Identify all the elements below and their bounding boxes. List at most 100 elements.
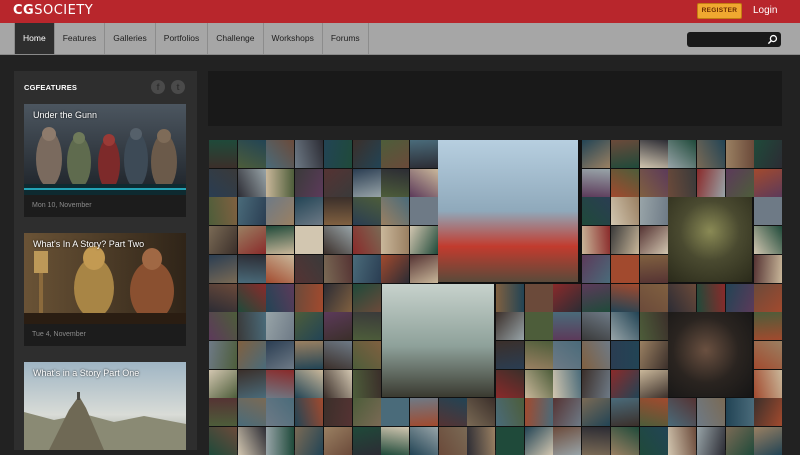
nav-item-workshops[interactable]: Workshops xyxy=(264,23,323,54)
gallery-thumbnail[interactable] xyxy=(266,398,294,426)
gallery-thumbnail[interactable] xyxy=(726,140,754,168)
gallery-thumbnail[interactable] xyxy=(266,284,294,312)
gallery-thumbnail[interactable] xyxy=(640,341,668,369)
gallery-feature-thumbnail[interactable] xyxy=(668,312,752,397)
nav-item-galleries[interactable]: Galleries xyxy=(105,23,156,54)
gallery-thumbnail[interactable] xyxy=(238,312,266,340)
gallery-feature-thumbnail[interactable] xyxy=(382,284,494,397)
gallery-thumbnail[interactable] xyxy=(266,341,294,369)
gallery-thumbnail[interactable] xyxy=(353,427,381,455)
gallery-thumbnail[interactable] xyxy=(553,284,581,312)
gallery-thumbnail[interactable] xyxy=(611,169,639,197)
gallery-thumbnail[interactable] xyxy=(582,398,610,426)
gallery-thumbnail[interactable] xyxy=(324,255,352,283)
gallery-feature-thumbnail[interactable] xyxy=(668,197,752,282)
feature-card-title[interactable]: What's in a Story Part One xyxy=(33,368,139,378)
gallery-thumbnail[interactable] xyxy=(209,312,237,340)
gallery-thumbnail[interactable] xyxy=(324,169,352,197)
gallery-thumbnail[interactable] xyxy=(353,226,381,254)
gallery-thumbnail[interactable] xyxy=(238,226,266,254)
gallery-thumbnail[interactable] xyxy=(209,398,237,426)
gallery-thumbnail[interactable] xyxy=(611,341,639,369)
gallery-thumbnail[interactable] xyxy=(209,427,237,455)
gallery-thumbnail[interactable] xyxy=(611,370,639,398)
gallery-thumbnail[interactable] xyxy=(611,140,639,168)
search-icon[interactable] xyxy=(767,34,778,45)
gallery-thumbnail[interactable] xyxy=(754,427,782,455)
gallery-thumbnail[interactable] xyxy=(353,341,381,369)
gallery-thumbnail[interactable] xyxy=(697,140,725,168)
register-button[interactable]: REGISTER xyxy=(697,3,742,19)
gallery-thumbnail[interactable] xyxy=(410,255,438,283)
gallery-thumbnail[interactable] xyxy=(582,255,610,283)
gallery-thumbnail[interactable] xyxy=(668,140,696,168)
gallery-thumbnail[interactable] xyxy=(238,197,266,225)
gallery-thumbnail[interactable] xyxy=(266,255,294,283)
gallery-thumbnail[interactable] xyxy=(754,226,782,254)
gallery-thumbnail[interactable] xyxy=(209,226,237,254)
gallery-thumbnail[interactable] xyxy=(582,284,610,312)
gallery-thumbnail[interactable] xyxy=(611,312,639,340)
gallery-thumbnail[interactable] xyxy=(324,140,352,168)
gallery-thumbnail[interactable] xyxy=(640,255,668,283)
gallery-thumbnail[interactable] xyxy=(697,284,725,312)
feature-card-image[interactable]: What's In A Story? Part Two xyxy=(24,233,186,324)
gallery-thumbnail[interactable] xyxy=(582,341,610,369)
gallery-thumbnail[interactable] xyxy=(697,427,725,455)
gallery-thumbnail[interactable] xyxy=(754,284,782,312)
gallery-thumbnail[interactable] xyxy=(640,398,668,426)
gallery-thumbnail[interactable] xyxy=(295,197,323,225)
gallery-thumbnail[interactable] xyxy=(295,341,323,369)
gallery-thumbnail[interactable] xyxy=(353,398,381,426)
gallery-thumbnail[interactable] xyxy=(209,197,237,225)
nav-item-home[interactable]: Home xyxy=(15,23,55,54)
gallery-thumbnail[interactable] xyxy=(381,255,409,283)
gallery-thumbnail[interactable] xyxy=(209,370,237,398)
gallery-thumbnail[interactable] xyxy=(266,197,294,225)
gallery-thumbnail[interactable] xyxy=(238,169,266,197)
gallery-thumbnail[interactable] xyxy=(410,169,438,197)
gallery-thumbnail[interactable] xyxy=(467,398,495,426)
gallery-thumbnail[interactable] xyxy=(381,169,409,197)
gallery-thumbnail[interactable] xyxy=(410,140,438,168)
gallery-thumbnail[interactable] xyxy=(697,169,725,197)
facebook-icon[interactable]: f xyxy=(151,80,165,94)
gallery-thumbnail[interactable] xyxy=(266,169,294,197)
gallery-thumbnail[interactable] xyxy=(754,255,782,283)
gallery-thumbnail[interactable] xyxy=(582,197,610,225)
gallery-thumbnail[interactable] xyxy=(324,341,352,369)
gallery-thumbnail[interactable] xyxy=(611,284,639,312)
gallery-thumbnail[interactable] xyxy=(582,370,610,398)
gallery-thumbnail[interactable] xyxy=(353,197,381,225)
gallery-thumbnail[interactable] xyxy=(439,398,467,426)
gallery-thumbnail[interactable] xyxy=(553,312,581,340)
gallery-thumbnail[interactable] xyxy=(324,197,352,225)
gallery-thumbnail[interactable] xyxy=(410,398,438,426)
gallery-thumbnail[interactable] xyxy=(697,398,725,426)
gallery-thumbnail[interactable] xyxy=(553,398,581,426)
gallery-thumbnail[interactable] xyxy=(496,284,524,312)
gallery-thumbnail[interactable] xyxy=(381,140,409,168)
gallery-thumbnail[interactable] xyxy=(353,255,381,283)
gallery-feature-thumbnail[interactable] xyxy=(438,140,578,282)
gallery-thumbnail[interactable] xyxy=(410,427,438,455)
gallery-thumbnail[interactable] xyxy=(295,140,323,168)
gallery-thumbnail[interactable] xyxy=(754,398,782,426)
gallery-thumbnail[interactable] xyxy=(525,427,553,455)
gallery-thumbnail[interactable] xyxy=(238,255,266,283)
feature-card-image[interactable]: Under the Gunn xyxy=(24,104,186,195)
gallery-thumbnail[interactable] xyxy=(611,255,639,283)
gallery-thumbnail[interactable] xyxy=(381,427,409,455)
gallery-thumbnail[interactable] xyxy=(525,312,553,340)
gallery-thumbnail[interactable] xyxy=(324,427,352,455)
gallery-thumbnail[interactable] xyxy=(324,226,352,254)
gallery-thumbnail[interactable] xyxy=(611,398,639,426)
gallery-thumbnail[interactable] xyxy=(353,140,381,168)
gallery-thumbnail[interactable] xyxy=(209,341,237,369)
gallery-thumbnail[interactable] xyxy=(295,312,323,340)
gallery-thumbnail[interactable] xyxy=(726,169,754,197)
gallery-thumbnail[interactable] xyxy=(353,284,381,312)
gallery-thumbnail[interactable] xyxy=(726,398,754,426)
feature-card-title[interactable]: What's In A Story? Part Two xyxy=(33,239,144,249)
gallery-thumbnail[interactable] xyxy=(640,140,668,168)
